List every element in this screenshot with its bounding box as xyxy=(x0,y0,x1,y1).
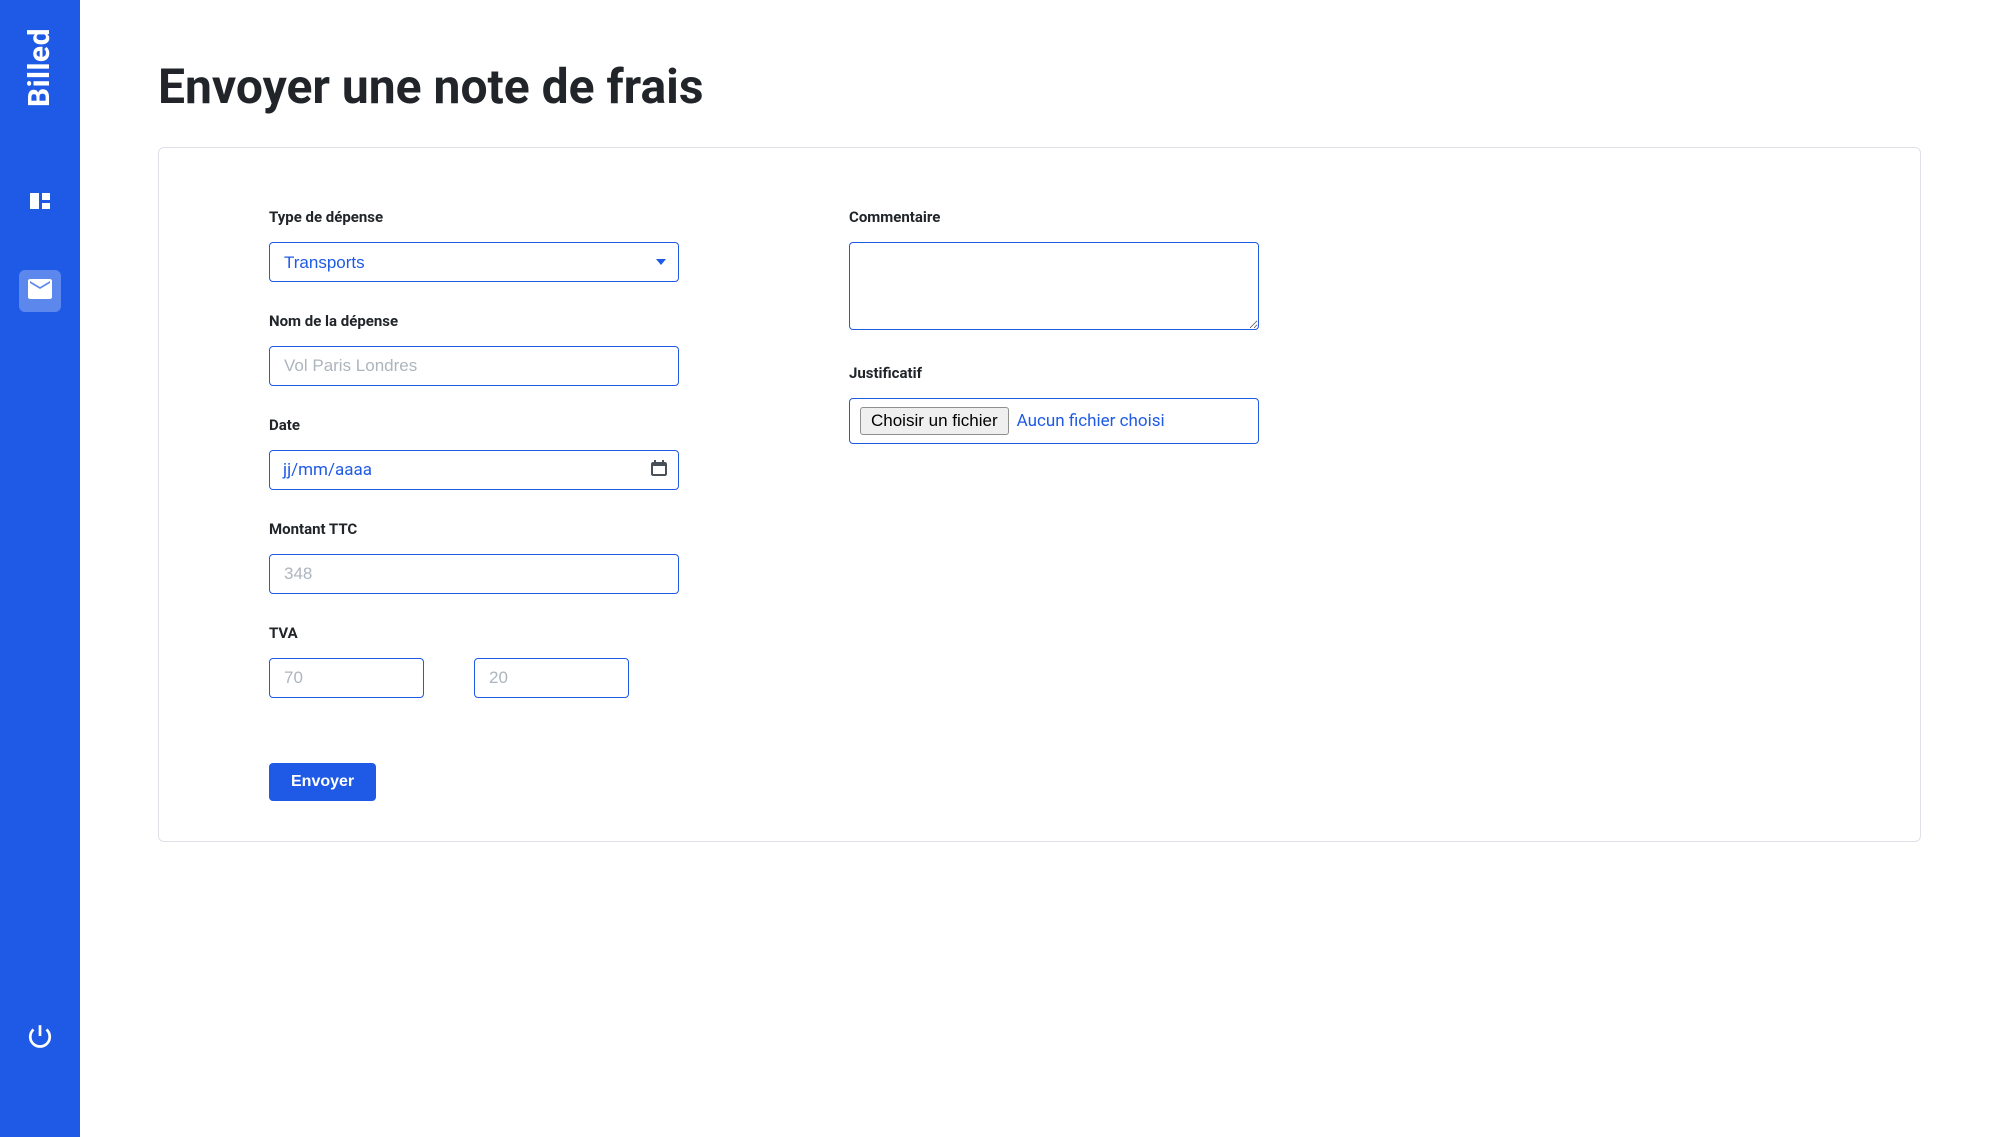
attachment-group: Justificatif Choisir un fichier Aucun fi… xyxy=(849,364,1259,444)
dashboard-icon xyxy=(30,193,50,209)
vat-rate-input[interactable] xyxy=(474,658,629,698)
power-icon xyxy=(27,1023,53,1053)
file-choose-button[interactable]: Choisir un fichier xyxy=(860,407,1009,435)
comment-label: Commentaire xyxy=(849,208,1259,226)
comment-group: Commentaire xyxy=(849,208,1259,334)
submit-button[interactable]: Envoyer xyxy=(269,763,376,801)
main-content: Envoyer une note de frais Type de dépens… xyxy=(80,0,1999,1137)
page-title: Envoyer une note de frais xyxy=(158,58,1921,115)
vat-group: TVA xyxy=(269,624,679,698)
nav-logout[interactable] xyxy=(19,1017,61,1059)
expense-type-group: Type de dépense Transports xyxy=(269,208,679,282)
date-group: Date jj/mm/aaaa xyxy=(269,416,679,490)
amount-input[interactable] xyxy=(269,554,679,594)
nav-mail[interactable] xyxy=(19,270,61,312)
date-input[interactable] xyxy=(269,450,679,490)
amount-group: Montant TTC xyxy=(269,520,679,594)
sidebar: Billed xyxy=(0,0,80,1137)
attachment-label: Justificatif xyxy=(849,364,1259,382)
vat-amount-input[interactable] xyxy=(269,658,424,698)
date-label: Date xyxy=(269,416,679,434)
form-card: Type de dépense Transports Nom de la dép… xyxy=(158,147,1921,842)
expense-type-label: Type de dépense xyxy=(269,208,679,226)
comment-textarea[interactable] xyxy=(849,242,1259,330)
amount-label: Montant TTC xyxy=(269,520,679,538)
form-right-column: Commentaire Justificatif Choisir un fich… xyxy=(849,208,1259,801)
form-left-column: Type de dépense Transports Nom de la dép… xyxy=(269,208,679,801)
expense-name-input[interactable] xyxy=(269,346,679,386)
expense-name-label: Nom de la dépense xyxy=(269,312,679,330)
app-logo: Billed xyxy=(23,28,58,107)
file-input[interactable]: Choisir un fichier Aucun fichier choisi xyxy=(849,398,1259,444)
mail-icon xyxy=(28,279,52,303)
expense-name-group: Nom de la dépense xyxy=(269,312,679,386)
file-status-text: Aucun fichier choisi xyxy=(1017,411,1165,431)
expense-type-select[interactable]: Transports xyxy=(269,242,679,282)
nav-dashboard[interactable] xyxy=(19,180,61,222)
vat-label: TVA xyxy=(269,624,679,642)
